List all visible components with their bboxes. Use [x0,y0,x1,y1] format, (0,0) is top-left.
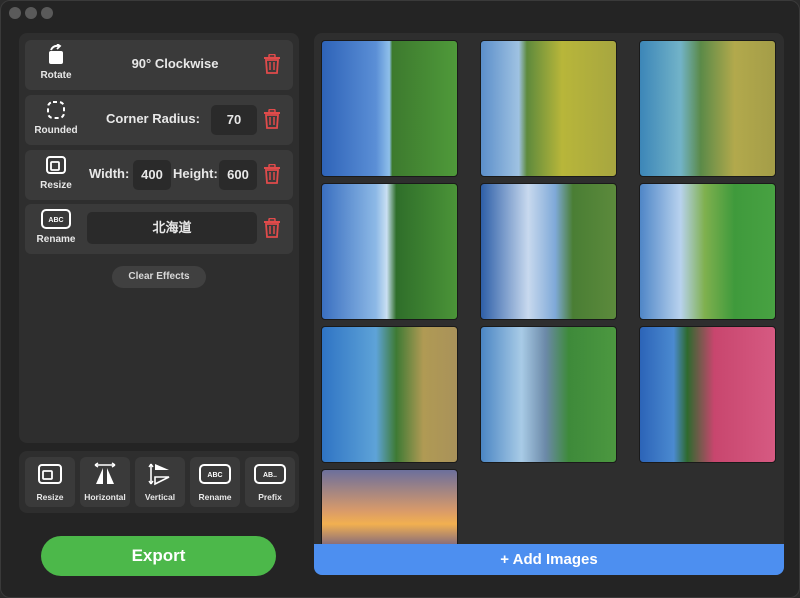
image-thumbnail[interactable] [321,183,458,320]
image-thumbnail[interactable] [639,326,776,463]
tool-horizontal-button[interactable]: Horizontal [80,457,130,507]
image-thumbnail[interactable] [321,40,458,177]
svg-text:ABC: ABC [207,472,222,479]
width-input[interactable]: 400 [133,160,171,190]
tool-caption: Horizontal [84,492,126,502]
rename-tool: ABC Rename [29,208,83,252]
height-input[interactable]: 600 [219,160,257,190]
tool-resize-button[interactable]: Resize [25,457,75,507]
image-thumbnail[interactable] [480,326,617,463]
effect-rounded: Rounded Corner Radius: 70 [25,95,293,145]
effect-caption: Rotate [40,70,72,81]
trash-icon[interactable] [263,54,281,74]
effect-rotate: Rotate 90° Clockwise [25,40,293,90]
tool-caption: Rename [198,492,232,502]
tool-caption: Prefix [258,492,282,502]
image-thumbnail[interactable] [639,40,776,177]
rounded-corners-icon [47,101,65,119]
tool-prefix-button[interactable]: AB.. Prefix [245,457,295,507]
title-bar [1,1,799,25]
resize-tool: Resize [29,154,83,198]
image-thumbnail[interactable] [480,40,617,177]
rename-icon: ABC [199,464,231,484]
svg-text:AB..: AB.. [263,472,277,479]
flip-vertical-icon [148,463,170,486]
close-window-button[interactable] [9,7,21,19]
height-label: Height: [173,166,218,181]
zoom-window-button[interactable] [41,7,53,19]
resize-icon [38,464,62,484]
rounded-tool: Rounded [29,99,83,143]
clear-effects-button[interactable]: Clear Effects [112,266,206,288]
prefix-icon: AB.. [254,464,286,484]
tool-vertical-button[interactable]: Vertical [135,457,185,507]
add-images-button[interactable]: + Add Images [314,544,784,575]
image-thumbnail[interactable] [480,183,617,320]
effects-panel: Rotate 90° Clockwise Rounded Corner Radi… [19,33,299,443]
tool-rename-button[interactable]: ABC Rename [190,457,240,507]
resize-icon [46,156,66,174]
rename-icon: ABC [41,209,71,229]
width-label: Width: [89,166,130,181]
image-thumbnail[interactable] [321,326,458,463]
tool-caption: Resize [36,492,64,502]
image-gallery [314,33,784,575]
app-window: Rotate 90° Clockwise Rounded Corner Radi… [0,0,800,598]
flip-horizontal-icon [94,462,116,484]
image-thumbnail[interactable] [639,183,776,320]
minimize-window-button[interactable] [25,7,37,19]
trash-icon[interactable] [263,218,281,238]
effect-caption: Resize [40,180,72,191]
tool-bar: Resize Horizontal Vertical ABC Rename AB… [19,451,299,513]
rotation-value[interactable]: 90° Clockwise [95,56,255,71]
effect-caption: Rounded [34,125,78,136]
rotate-icon [49,44,63,64]
trash-icon[interactable] [263,164,281,184]
trash-icon[interactable] [263,109,281,129]
corner-radius-input[interactable]: 70 [211,105,257,135]
corner-radius-label: Corner Radius: [106,111,200,126]
effect-resize: Resize Width: 400 Height: 600 [25,150,293,200]
rename-input[interactable]: 北海道 [87,212,257,244]
effect-caption: Rename [36,234,76,245]
rotate-tool: Rotate [29,44,83,88]
tool-caption: Vertical [144,492,176,502]
svg-text:ABC: ABC [48,217,63,224]
effect-rename: ABC Rename 北海道 [25,204,293,254]
export-button[interactable]: Export [41,536,276,576]
